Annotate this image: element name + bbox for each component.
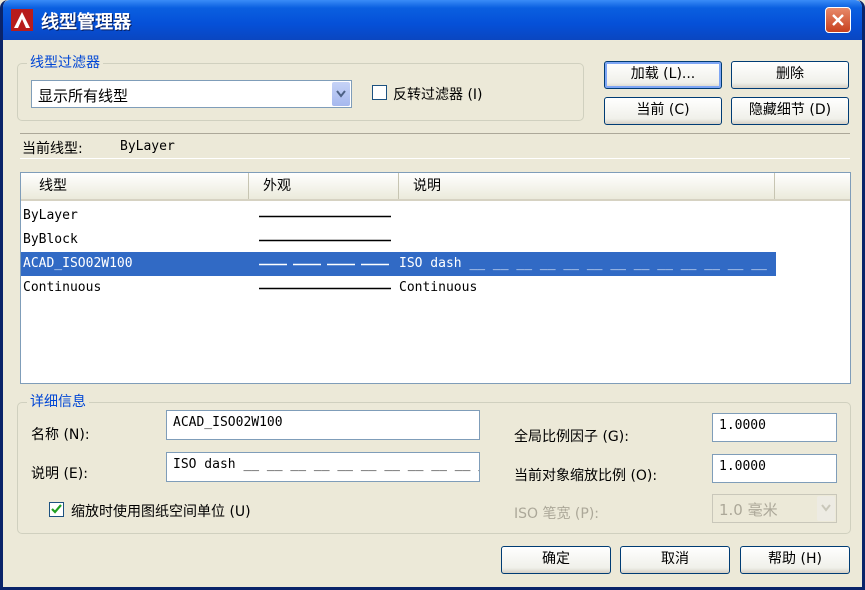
current-linetype-value: ByLayer [120,139,175,154]
linetype-preview [259,215,391,218]
window-title: 线型管理器 [41,12,131,33]
close-button[interactable] [825,7,851,33]
chevron-down-icon [821,504,831,512]
description-label: 说明 (E): [31,466,88,482]
list-item[interactable]: ByBlock [21,228,776,252]
help-button[interactable]: 帮助 (H) [740,546,850,574]
global-scale-label: 全局比例因子 (G): [514,429,629,445]
filter-group-label: 线型过滤器 [27,52,103,72]
pen-width-dropdown-button [817,496,835,521]
close-icon [832,14,844,26]
linetype-name: ByLayer [23,208,78,223]
invert-filter-label[interactable]: 反转过滤器 (I) [393,84,483,104]
linetype-name: ByBlock [23,232,78,247]
linetype-preview [259,287,391,290]
column-header-appearance[interactable]: 外观 [249,173,399,199]
pen-width-label: ISO 笔宽 (P): [514,506,600,522]
paper-space-units-label[interactable]: 缩放时使用图纸空间单位 (U) [71,501,251,521]
linetype-list[interactable]: 线型 外观 说明 ByLayer ByBlock ACAD_ISO02W100 … [20,172,851,384]
paper-space-units-checkbox[interactable] [49,502,64,517]
filter-combobox-value: 显示所有线型 [38,87,129,105]
linetype-name: Continuous [23,280,102,295]
linetype-name: ACAD_ISO02W100 [23,256,133,271]
load-button[interactable]: 加载 (L)... [604,61,722,89]
object-scale-field[interactable]: 1.0000 [712,454,837,483]
filter-dropdown-button[interactable] [332,82,350,106]
ok-button[interactable]: 确定 [501,546,611,574]
list-item[interactable]: ByLayer [21,204,776,228]
pen-width-combobox: 1.0 毫米 [712,494,837,523]
current-linetype-bar: 当前线型: ByLayer [20,133,850,159]
linetype-description: Continuous [399,280,478,295]
list-item-selected[interactable]: ACAD_ISO02W100 ISO dash __ __ __ __ __ _… [21,252,776,276]
filter-combobox[interactable]: 显示所有线型 [31,80,352,108]
object-scale-label: 当前对象缩放比例 (O): [514,468,658,484]
pen-width-value: 1.0 毫米 [719,501,778,519]
checkmark-icon [51,504,62,514]
current-linetype-label: 当前线型: [22,141,83,157]
name-field[interactable]: ACAD_ISO02W100 [166,410,480,440]
chevron-down-icon [336,90,346,98]
current-button[interactable]: 当前 (C) [604,97,722,125]
autocad-logo-icon [11,9,33,31]
delete-button[interactable]: 删除 [731,61,849,89]
description-field[interactable]: ISO dash __ __ __ __ __ __ __ __ __ __ _ [166,452,480,482]
list-item[interactable]: Continuous Continuous [21,276,776,300]
linetype-preview [259,263,391,266]
details-group-label: 详细信息 [27,391,89,411]
list-header: 线型 外观 说明 [21,173,850,201]
invert-filter-checkbox[interactable] [372,85,387,100]
linetype-preview [259,239,391,242]
cancel-button[interactable]: 取消 [620,546,730,574]
title-bar[interactable]: 线型管理器 [3,0,862,40]
global-scale-field[interactable]: 1.0000 [712,413,837,442]
column-header-linetype[interactable]: 线型 [21,173,249,199]
linetype-description: ISO dash __ __ __ __ __ __ __ __ __ __ _… [399,256,767,271]
column-header-description[interactable]: 说明 [399,173,775,199]
hide-details-button[interactable]: 隐藏细节 (D) [731,97,849,125]
linetype-manager-dialog: 线型管理器 线型过滤器 显示所有线型 反转过滤器 (I) 加载 (L)... 删… [0,0,865,590]
name-label: 名称 (N): [31,427,90,443]
